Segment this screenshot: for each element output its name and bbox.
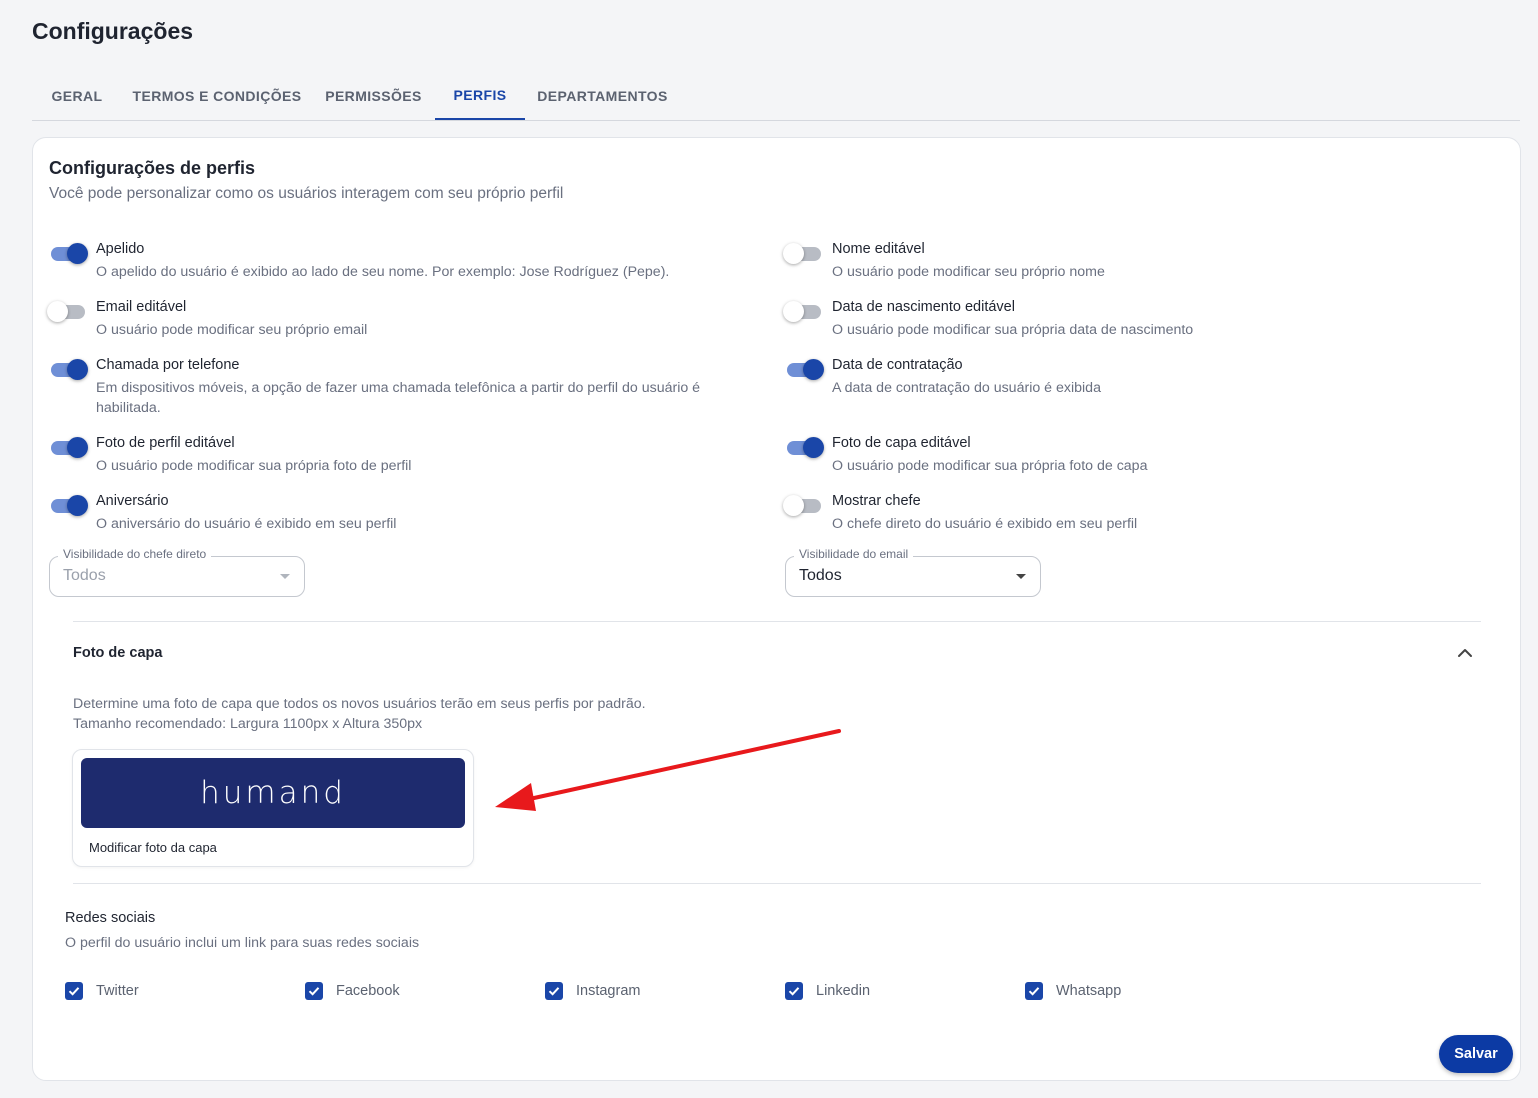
card-title: Configurações de perfis (49, 158, 256, 178)
cover-description-line1: Determine uma foto de capa que todos os … (73, 696, 646, 712)
page-title: Configurações (32, 18, 194, 44)
setting-label: Data de contratação (832, 357, 963, 373)
checkbox-checked-icon[interactable] (1025, 982, 1043, 1000)
cover-description-line2: Tamanho recomendado: Largura 1100px x Al… (73, 716, 423, 732)
select-label: Visibilidade do chefe direto (58, 547, 212, 561)
select-value: Todos (63, 567, 106, 584)
setting-description: O usuário pode modificar seu próprio nom… (832, 264, 1105, 280)
setting-description: A data de contratação do usuário é exibi… (832, 380, 1101, 396)
setting-label: Mostrar chefe (832, 493, 921, 509)
setting-description: O apelido do usuário é exibido ao lado d… (96, 264, 670, 280)
checkbox-label: Instagram (576, 983, 641, 999)
setting-description: O usuário pode modificar sua própria fot… (832, 458, 1148, 474)
checkbox-label: Facebook (336, 983, 400, 999)
toggle-foto-de-capa-editavel[interactable] (785, 436, 825, 458)
checkbox-label: Linkedin (816, 983, 871, 999)
toggle-aniversario[interactable] (49, 494, 89, 516)
tabs-bar: GERAL TERMOS E CONDIÇÕES PERMISSÕES PERF… (32, 72, 1520, 121)
toggle-mostrar-chefe[interactable] (783, 494, 825, 516)
card-subtitle: Você pode personalizar como os usuários … (49, 185, 564, 202)
toggle-foto-de-perfil-editavel[interactable] (49, 436, 89, 458)
cover-photo-card[interactable]: humand Modificar foto da capa (72, 749, 474, 867)
cover-description: Determine uma foto de capa que todos os … (73, 694, 646, 734)
tab-permissoes[interactable]: PERMISSÕES (312, 72, 435, 120)
modify-cover-link[interactable]: Modificar foto da capa (89, 840, 217, 855)
boss-visibility-dropdown[interactable]: Todos (49, 556, 305, 597)
chevron-up-icon[interactable] (1455, 643, 1475, 663)
cover-accordion-title[interactable]: Foto de capa (73, 645, 162, 661)
setting-description: O usuário pode modificar sua própria fot… (96, 458, 412, 474)
select-value: Todos (799, 567, 842, 584)
brand-logo: humand (200, 775, 346, 811)
toggle-data-de-contratacao[interactable] (785, 358, 825, 380)
setting-description: O usuário pode modificar seu próprio ema… (96, 322, 368, 338)
setting-label: Nome editável (832, 241, 925, 257)
setting-description: O chefe direto do usuário é exibido em s… (832, 516, 1138, 532)
toggle-data-de-nascimento-editavel[interactable] (783, 300, 825, 322)
setting-label: Email editável (96, 299, 187, 315)
toggle-email-editavel[interactable] (47, 300, 89, 322)
caret-down-icon (1016, 574, 1026, 579)
setting-label: Chamada por telefone (96, 357, 240, 373)
caret-down-icon (280, 574, 290, 579)
setting-label: Aniversário (96, 493, 169, 509)
setting-label: Foto de perfil editável (96, 435, 235, 451)
setting-label: Data de nascimento editável (832, 299, 1015, 315)
checkbox-checked-icon[interactable] (545, 982, 563, 1000)
toggle-apelido[interactable] (49, 242, 89, 264)
social-description: O perfil do usuário inclui um link para … (65, 935, 420, 951)
boss-visibility-select: Todos Visibilidade do chefe direto (49, 547, 305, 597)
email-visibility-select: Todos Visibilidade do email (785, 547, 1041, 597)
divider (73, 621, 1481, 622)
toggle-nome-editavel[interactable] (783, 242, 825, 264)
select-label: Visibilidade do email (794, 547, 914, 561)
checkbox-checked-icon[interactable] (305, 982, 323, 1000)
social-title: Redes sociais (65, 910, 156, 926)
setting-label: Apelido (96, 241, 145, 257)
checkbox-checked-icon[interactable] (785, 982, 803, 1000)
cover-photo-preview: humand (81, 758, 465, 828)
divider (73, 883, 1481, 884)
tab-perfis[interactable]: PERFIS (435, 72, 525, 120)
email-visibility-dropdown[interactable]: Todos (785, 556, 1041, 597)
tab-departamentos[interactable]: DEPARTAMENTOS (525, 72, 680, 120)
save-button[interactable]: Salvar (1439, 1035, 1513, 1073)
checkbox-checked-icon[interactable] (65, 982, 83, 1000)
setting-description: O aniversário do usuário é exibido em se… (96, 516, 397, 532)
setting-label: Foto de capa editável (832, 435, 971, 451)
tab-geral[interactable]: GERAL (32, 72, 122, 120)
setting-description: O usuário pode modificar sua própria dat… (832, 322, 1194, 338)
setting-description: Em dispositivos móveis, a opção de fazer… (96, 380, 701, 416)
profile-settings-card: Configurações de perfis Você pode person… (32, 137, 1521, 1081)
toggle-chamada-por-telefone[interactable] (49, 358, 89, 380)
tab-termos-e-condicoes[interactable]: TERMOS E CONDIÇÕES (122, 72, 312, 120)
checkbox-label: Whatsapp (1056, 983, 1122, 999)
checkbox-label: Twitter (96, 983, 139, 999)
